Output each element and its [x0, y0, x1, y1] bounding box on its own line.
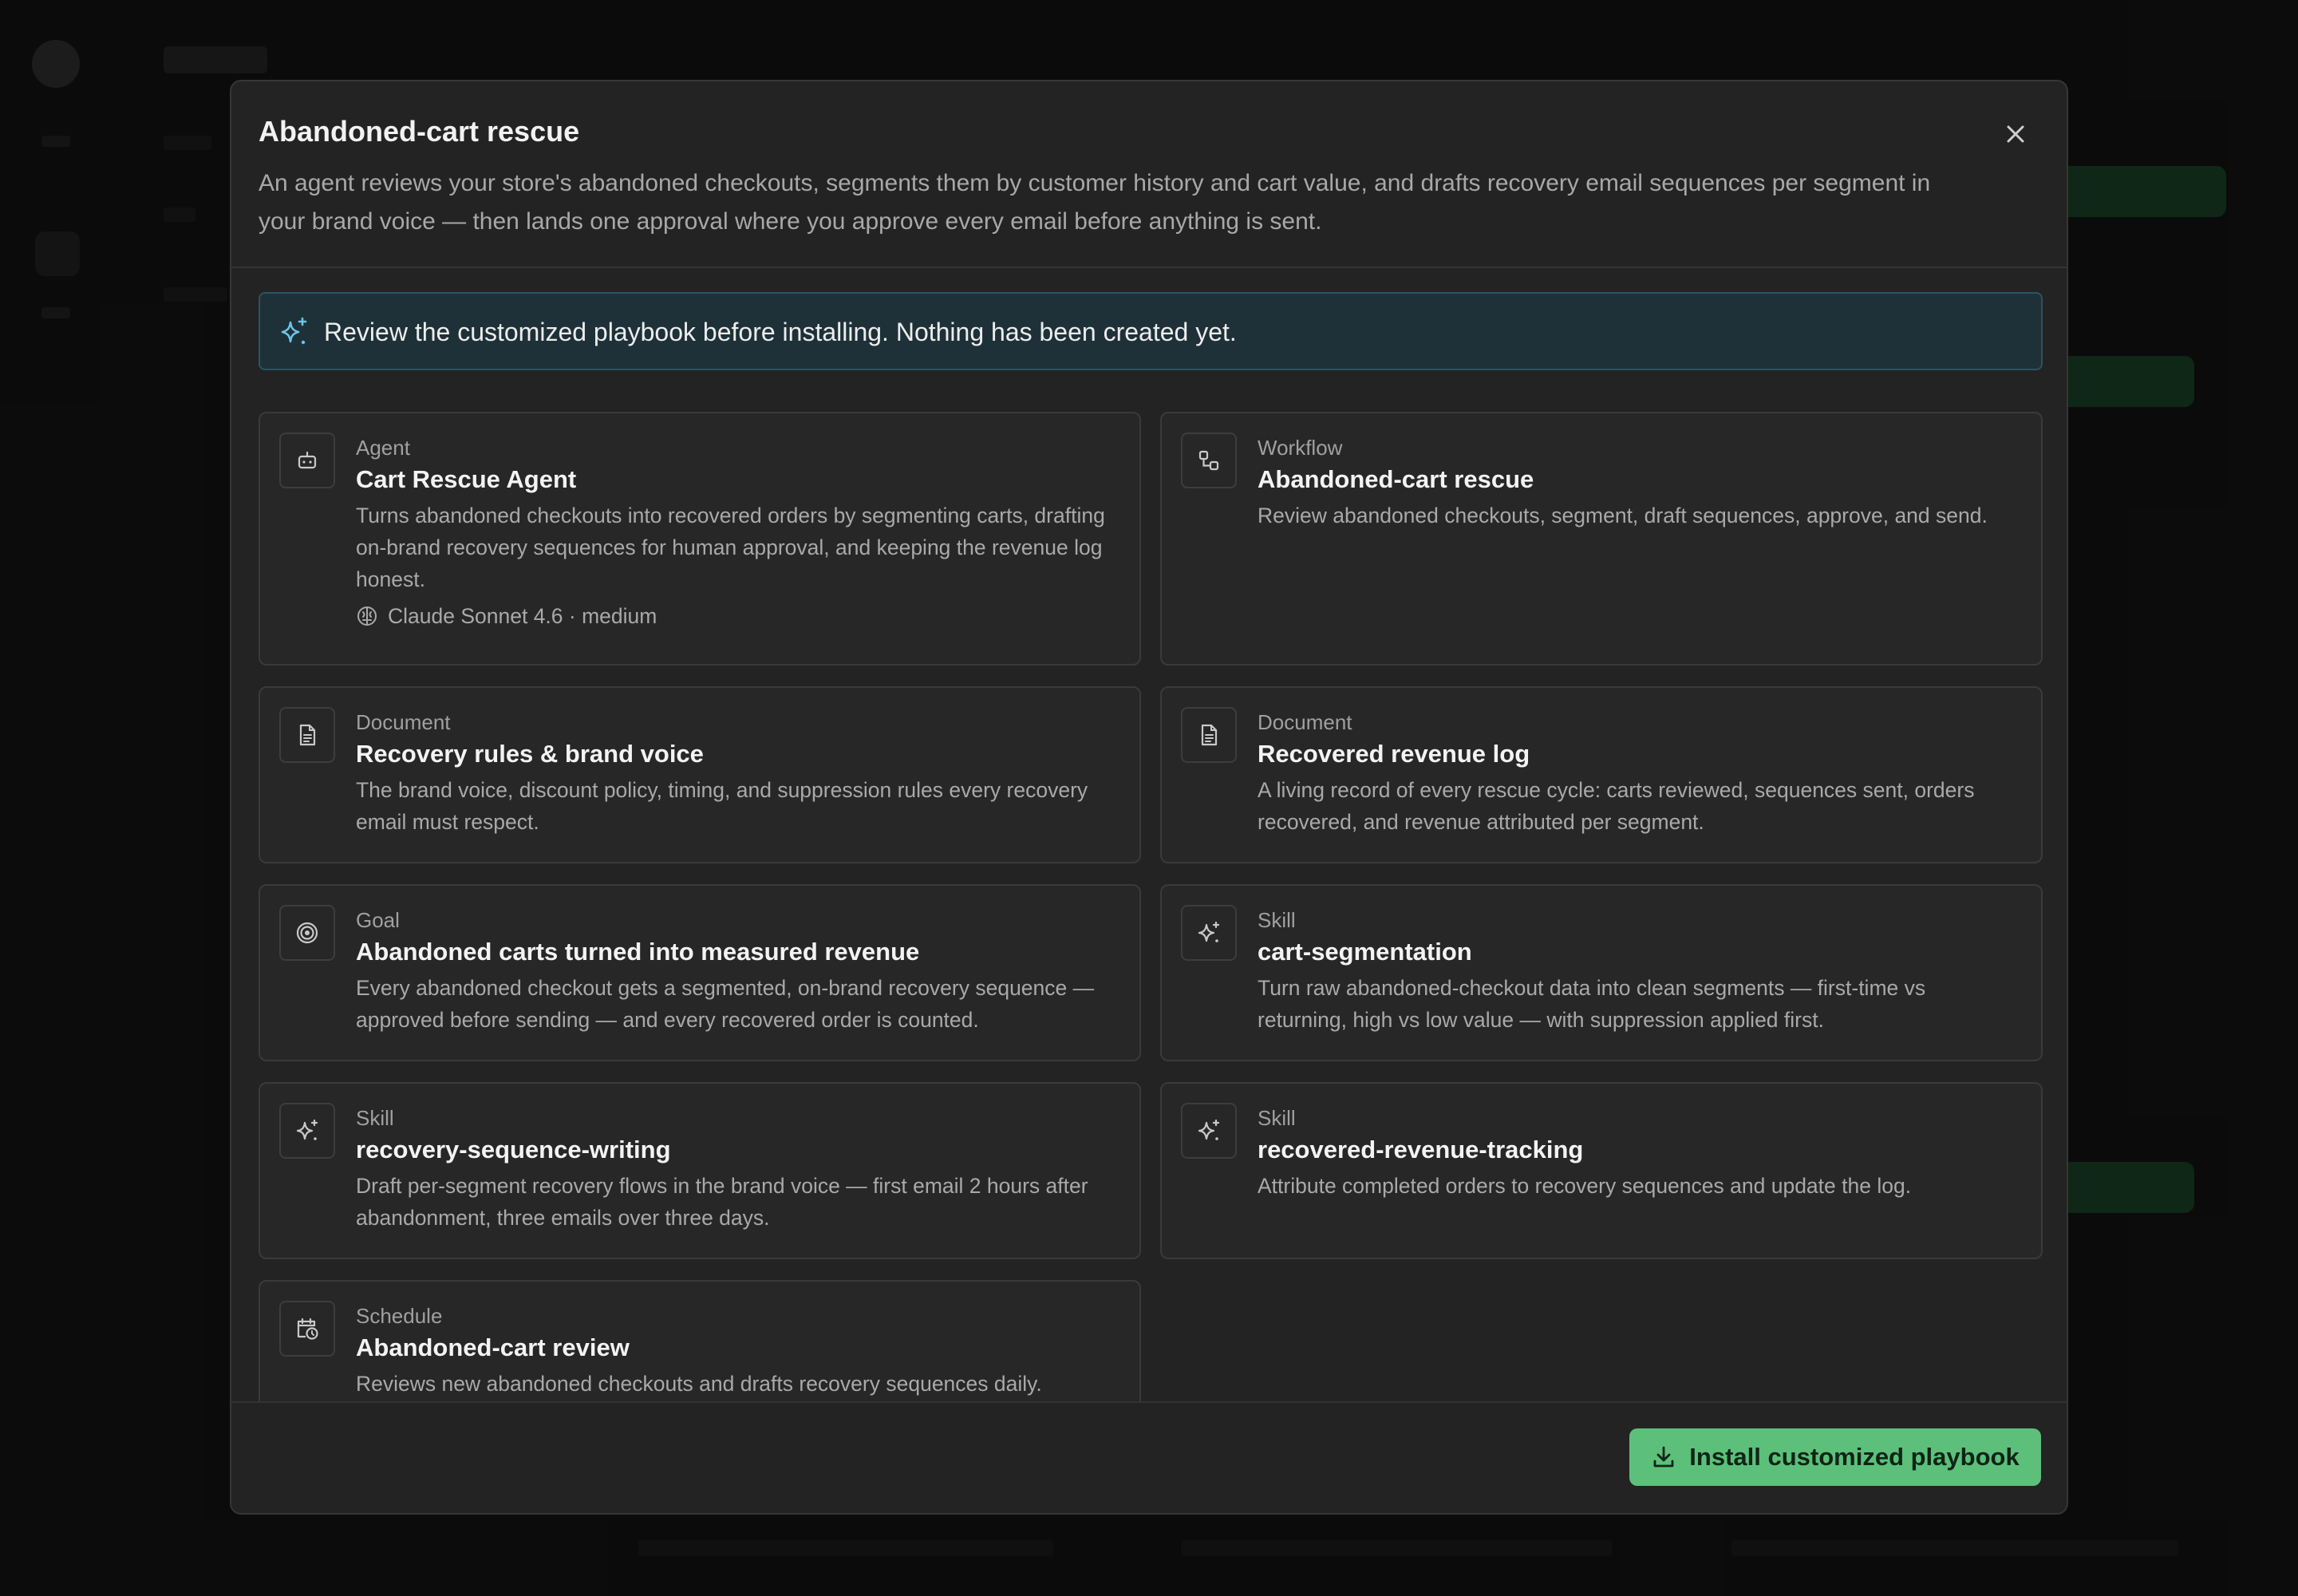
card-icon-box	[279, 1103, 335, 1159]
card-type: Document	[1258, 710, 1352, 734]
card-description: Turn raw abandoned-checkout data into cl…	[1258, 976, 1926, 1032]
card-document[interactable]: Document Recovered revenue log A living …	[1160, 686, 2043, 863]
workflow-icon	[1198, 450, 1219, 471]
download-icon	[1653, 1446, 1674, 1468]
card-workflow[interactable]: Workflow Abandoned-cart rescue Review ab…	[1160, 412, 2043, 666]
card-skill[interactable]: Skill recovered-revenue-tracking Attribu…	[1160, 1082, 2043, 1259]
card-icon-box	[279, 433, 335, 488]
card-name: Recovery rules & brand voice	[356, 740, 704, 768]
dialog-footer: Install customized playbook	[231, 1401, 2067, 1513]
model-info: Claude Sonnet 4.6 · medium	[356, 600, 1115, 632]
card-name: Abandoned-cart rescue	[1258, 465, 1534, 493]
sparkle-icon	[296, 1119, 318, 1140]
brain-icon	[357, 606, 377, 626]
card-skill[interactable]: Skill cart-segmentation Turn raw abandon…	[1160, 884, 2043, 1061]
card-name: Recovered revenue log	[1258, 740, 1530, 768]
card-type: Skill	[1258, 908, 1296, 932]
document-icon	[299, 724, 316, 746]
card-icon-box	[1181, 433, 1237, 488]
card-document[interactable]: Document Recovery rules & brand voice Th…	[259, 686, 1141, 863]
card-skill[interactable]: Skill recovery-sequence-writing Draft pe…	[259, 1082, 1141, 1259]
card-type: Agent	[356, 436, 410, 460]
card-description: Reviews new abandoned checkouts and draf…	[356, 1372, 1042, 1396]
target-icon	[296, 922, 318, 944]
card-name: Abandoned carts turned into measured rev…	[356, 938, 920, 966]
card-description: Attribute completed orders to recovery s…	[1258, 1174, 1912, 1198]
card-description: Draft per-segment recovery flows in the …	[356, 1174, 1088, 1230]
close-icon	[2007, 125, 2024, 143]
card-schedule[interactable]: Schedule Abandoned-cart review Reviews n…	[259, 1280, 1141, 1406]
card-type: Schedule	[356, 1304, 443, 1328]
card-type: Document	[356, 710, 451, 734]
card-goal[interactable]: Goal Abandoned carts turned into measure…	[259, 884, 1141, 1061]
card-icon-box	[279, 905, 335, 961]
card-type: Goal	[356, 908, 400, 932]
sparkle-icon	[1198, 1119, 1220, 1140]
card-name: cart-segmentation	[1258, 938, 1472, 966]
dialog-header: Abandoned-cart rescue An agent reviews y…	[231, 81, 2067, 268]
card-icon-box	[279, 1301, 335, 1357]
card-icon-box	[1181, 1103, 1237, 1159]
card-description: A living record of every rescue cycle: c…	[1258, 778, 1975, 834]
card-name: Cart Rescue Agent	[356, 465, 577, 493]
card-name: recovered-revenue-tracking	[1258, 1136, 1584, 1163]
dialog-title: Abandoned-cart rescue	[259, 115, 580, 148]
card-description: Review abandoned checkouts, segment, dra…	[1258, 504, 1988, 527]
card-icon-box	[1181, 707, 1237, 763]
card-description: The brand voice, discount policy, timing…	[356, 778, 1088, 834]
playbook-dialog: Abandoned-cart rescue An agent reviews y…	[230, 80, 2068, 1515]
card-description: Every abandoned checkout gets a segmente…	[356, 976, 1095, 1032]
card-icon-box	[279, 707, 335, 763]
install-playbook-button[interactable]: Install customized playbook	[1629, 1428, 2041, 1486]
card-name: recovery-sequence-writing	[356, 1136, 671, 1163]
calendar-clock-icon	[297, 1317, 318, 1340]
card-scroll-area[interactable]: Abandoned-cart rescue An agent reviews y…	[231, 81, 2067, 1406]
model-label: Claude Sonnet 4.6 · medium	[388, 604, 657, 628]
sparkle-icon	[1198, 921, 1220, 942]
card-agent[interactable]: Agent Cart Rescue Agent Turns abandoned …	[259, 412, 1141, 666]
document-icon	[1201, 724, 1218, 746]
banner-text: Review the customized playbook before in…	[324, 318, 1237, 346]
robot-icon	[298, 451, 317, 469]
dialog-description: An agent reviews your store's abandoned …	[259, 170, 1931, 235]
card-type: Skill	[1258, 1106, 1296, 1130]
card-name: Abandoned-cart review	[356, 1333, 630, 1361]
close-button[interactable]	[1996, 115, 2035, 153]
info-banner: Review the customized playbook before in…	[259, 292, 2043, 370]
card-icon-box	[1181, 905, 1237, 961]
sparkle-icon	[281, 317, 307, 345]
card-type: Skill	[356, 1106, 394, 1130]
card-description: Turns abandoned checkouts into recovered…	[356, 504, 1105, 591]
card-type: Workflow	[1258, 436, 1343, 460]
install-button-label: Install customized playbook	[1689, 1443, 2020, 1471]
